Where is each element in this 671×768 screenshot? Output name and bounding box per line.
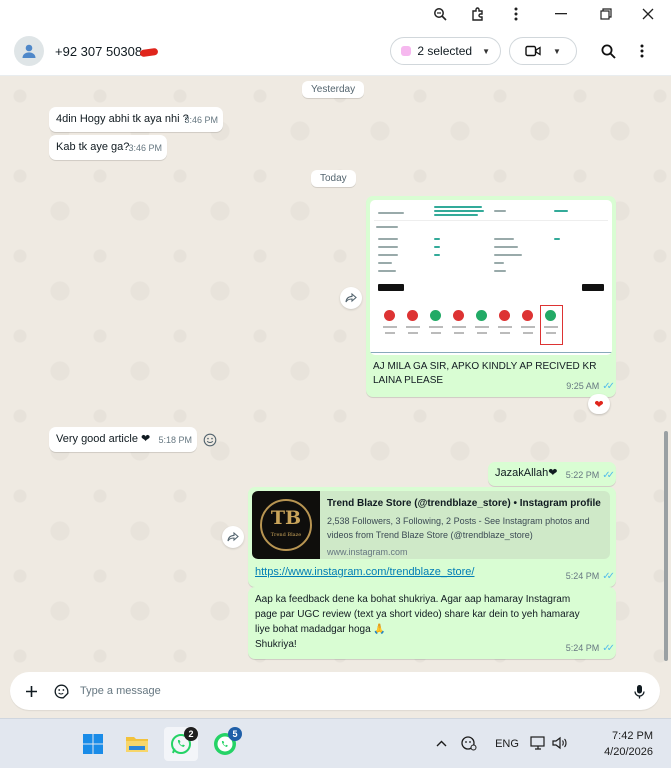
preview-domain: www.instagram.com (327, 547, 408, 557)
attach-plus-icon[interactable] (16, 676, 46, 706)
double-check-icon: ✓✓ (602, 470, 615, 481)
language-indicator[interactable]: ENG (488, 738, 526, 750)
date-separator: Today (311, 170, 356, 187)
logo-caption: Trend Blaze (270, 531, 302, 538)
reaction-heart-icon[interactable]: ❤ (588, 394, 610, 414)
message-time: 5:22 PM ✓✓ (565, 470, 615, 481)
video-call-button[interactable]: ▼ (509, 37, 577, 65)
notification-badge: 5 (228, 727, 242, 741)
chevron-up-icon[interactable] (432, 738, 450, 750)
emoji-react-icon[interactable] (199, 429, 221, 451)
double-check-icon: ✓✓ (602, 381, 615, 392)
contact-name-text: +92 307 50308 (55, 43, 143, 59)
chevron-down-icon: ▼ (482, 46, 490, 56)
message-outgoing[interactable]: Aap ka feedback dene ka bohat shukriya. … (248, 587, 616, 659)
composer-bar (10, 672, 660, 710)
copilot-icon[interactable] (450, 735, 488, 754)
clock-time: 7:42 PM (612, 730, 653, 742)
extensions-icon[interactable] (459, 0, 497, 27)
network-icon[interactable] (526, 735, 550, 753)
message-time: 3:46 PM (184, 115, 218, 125)
sticker-icon[interactable] (46, 676, 76, 706)
preview-description: 2,538 Followers, 3 Following, 2 Posts - … (327, 516, 590, 540)
message-text: AJ MILA GA SIR, APKO KINDLY AP RECIVED K… (373, 361, 597, 386)
message-list[interactable]: Yesterday 4din Hogy abhi tk aya nhi ? 3:… (0, 76, 671, 670)
double-check-icon: ✓✓ (602, 643, 615, 654)
message-text: 4din Hogy abhi tk aya nhi ? (56, 113, 189, 125)
window-titlebar (0, 0, 671, 27)
notification-badge: 2 (184, 727, 198, 741)
minimize-icon[interactable] (535, 0, 587, 27)
account-color-icon (401, 46, 412, 56)
chat-header: +92 307 50308 2 selected ▼ ▼ (0, 27, 671, 76)
preview-title: Trend Blaze Store (@trendblaze_store) • … (327, 498, 601, 509)
file-explorer-icon[interactable] (120, 727, 154, 761)
volume-icon[interactable] (550, 736, 570, 753)
whatsapp-taskbar-icon[interactable]: 2 (164, 727, 198, 761)
message-outgoing-image[interactable]: AJ MILA GA SIR, APKO KINDLY AP RECIVED K… (366, 196, 616, 397)
message-time: 3:46 PM (128, 143, 162, 153)
message-incoming[interactable]: Very good article ❤ 5:18 PM (49, 427, 197, 452)
message-time: 5:24 PM ✓✓ (565, 571, 615, 582)
message-text: Very good article ❤ (56, 433, 151, 445)
search-icon[interactable] (591, 34, 625, 68)
taskbar: 2 5 ENG 7:42 PM 4/20/2026 (0, 718, 671, 768)
message-time: 9:25 AM ✓✓ (566, 381, 615, 392)
message-outgoing-link[interactable]: TB Trend Blaze Trend Blaze Store (@trend… (248, 487, 616, 587)
kebab-menu-icon[interactable] (497, 0, 535, 27)
logo-text: TB (270, 506, 302, 529)
message-time: 5:18 PM (158, 435, 192, 445)
video-icon (525, 45, 541, 57)
system-tray: ENG (432, 719, 570, 768)
composer-area (0, 670, 671, 718)
store-logo-image: TB Trend Blaze (252, 491, 320, 559)
selected-label: 2 selected (417, 44, 473, 58)
whatsapp-business-icon[interactable]: 5 (208, 727, 242, 761)
chat-menu-icon[interactable] (625, 34, 659, 68)
message-text: Kab tk aye ga? (56, 141, 130, 153)
selected-accounts-dropdown[interactable]: 2 selected ▼ (390, 37, 501, 65)
instagram-link[interactable]: https://www.instagram.com/trendblaze_sto… (255, 565, 474, 580)
forward-icon[interactable] (222, 526, 244, 548)
message-incoming[interactable]: 4din Hogy abhi tk aya nhi ? 3:46 PM (49, 107, 223, 132)
double-check-icon: ✓✓ (602, 571, 615, 582)
message-time: 5:24 PM ✓✓ (565, 643, 615, 654)
microphone-icon[interactable] (624, 676, 654, 706)
message-outgoing[interactable]: JazakAllah❤ 5:22 PM ✓✓ (488, 462, 616, 486)
screenshot-thumbnail[interactable] (370, 200, 612, 355)
date-separator: Yesterday (302, 81, 365, 98)
message-input[interactable] (80, 685, 624, 697)
contact-name[interactable]: +92 307 50308 (55, 43, 159, 59)
clock-date: 4/20/2026 (604, 746, 653, 758)
restore-icon[interactable] (587, 0, 625, 27)
avatar[interactable] (14, 36, 44, 66)
redaction-mark (139, 47, 159, 57)
zoom-icon[interactable] (421, 0, 459, 27)
message-text: JazakAllah❤ (495, 467, 558, 479)
windows-start-icon[interactable] (76, 727, 110, 761)
link-preview-card[interactable]: TB Trend Blaze Trend Blaze Store (@trend… (252, 491, 610, 559)
scrollbar-thumb[interactable] (664, 431, 668, 661)
message-incoming[interactable]: Kab tk aye ga? 3:46 PM (49, 135, 167, 160)
forward-icon[interactable] (340, 287, 362, 309)
chevron-down-icon: ▼ (553, 46, 561, 56)
close-icon[interactable] (625, 0, 671, 27)
system-clock[interactable]: 7:42 PM 4/20/2026 (604, 728, 653, 760)
message-text: Aap ka feedback dene ka bohat shukriya. … (255, 594, 580, 650)
